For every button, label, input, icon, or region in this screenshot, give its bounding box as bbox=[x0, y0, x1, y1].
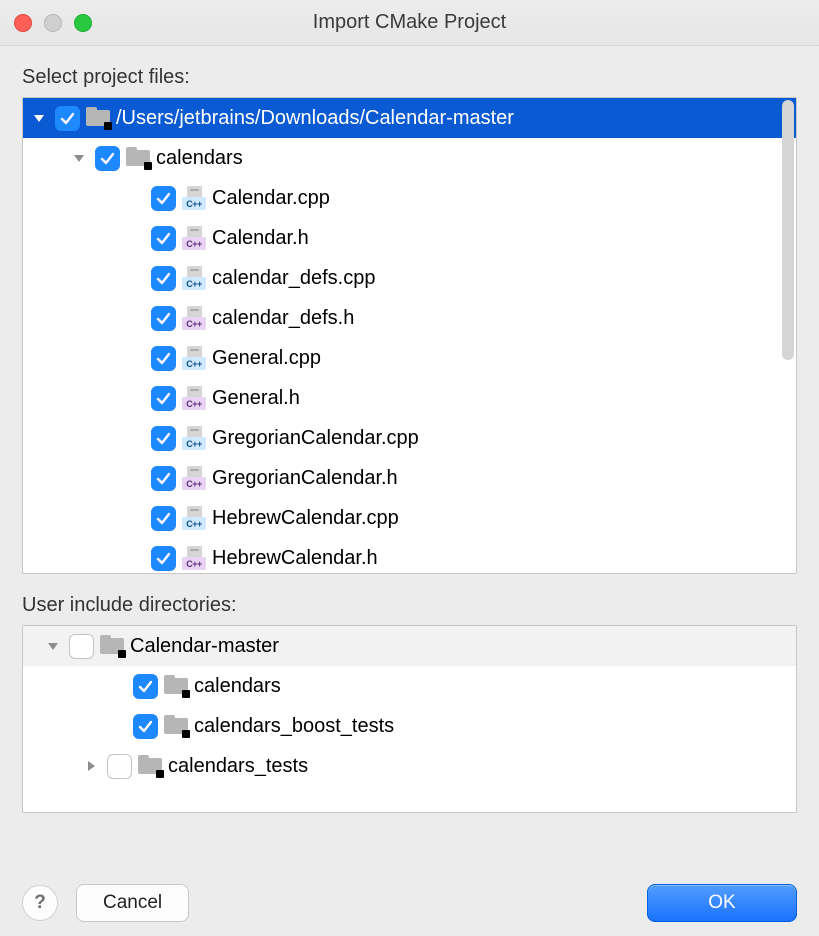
folder-icon bbox=[138, 756, 162, 776]
tree-row-file[interactable]: C++ calendar_defs.cpp bbox=[23, 258, 796, 298]
tree-row-file[interactable]: C++ Calendar.h bbox=[23, 218, 796, 258]
project-tree: /Users/jetbrains/Downloads/Calendar-mast… bbox=[23, 98, 796, 578]
cpp-file-icon: C++ bbox=[182, 266, 206, 290]
disclosure-placeholder bbox=[107, 716, 127, 736]
checkbox[interactable] bbox=[151, 386, 176, 411]
folder-icon bbox=[126, 148, 150, 168]
cpp-file-icon: C++ bbox=[182, 186, 206, 210]
checkbox[interactable] bbox=[151, 266, 176, 291]
tree-item-label: calendars_tests bbox=[168, 755, 308, 778]
tree-row-folder[interactable]: calendars bbox=[23, 138, 796, 178]
tree-item-label: calendars_boost_tests bbox=[194, 715, 394, 738]
checkbox[interactable] bbox=[151, 226, 176, 251]
include-tree: Calendar-master calendars calendars_boos… bbox=[23, 626, 796, 786]
scrollbar-thumb[interactable] bbox=[782, 100, 794, 360]
tree-row-file[interactable]: C++ GregorianCalendar.cpp bbox=[23, 418, 796, 458]
checkbox[interactable] bbox=[151, 306, 176, 331]
tree-item-label: Calendar-master bbox=[130, 635, 279, 658]
tree-row-folder[interactable]: calendars bbox=[23, 666, 796, 706]
tree-row-file[interactable]: C++ HebrewCalendar.cpp bbox=[23, 498, 796, 538]
cpp-file-icon: C++ bbox=[182, 426, 206, 450]
checkbox[interactable] bbox=[151, 466, 176, 491]
tree-item-label: General.cpp bbox=[212, 347, 321, 370]
folder-icon bbox=[164, 716, 188, 736]
cpp-file-icon: C++ bbox=[182, 506, 206, 530]
close-icon[interactable] bbox=[14, 14, 32, 32]
h-file-icon: C++ bbox=[182, 546, 206, 570]
folder-icon bbox=[86, 108, 110, 128]
help-button[interactable]: ? bbox=[22, 885, 58, 921]
disclosure-open-icon[interactable] bbox=[69, 148, 89, 168]
h-file-icon: C++ bbox=[182, 466, 206, 490]
tree-item-label: HebrewCalendar.h bbox=[212, 547, 378, 570]
checkbox[interactable] bbox=[55, 106, 80, 131]
h-file-icon: C++ bbox=[182, 226, 206, 250]
folder-icon bbox=[100, 636, 124, 656]
cancel-button[interactable]: Cancel bbox=[76, 884, 189, 922]
tree-item-label: HebrewCalendar.cpp bbox=[212, 507, 399, 530]
include-tree-panel: Calendar-master calendars calendars_boos… bbox=[22, 625, 797, 813]
ok-button[interactable]: OK bbox=[647, 884, 797, 922]
tree-row-folder[interactable]: Calendar-master bbox=[23, 626, 796, 666]
checkbox[interactable] bbox=[151, 546, 176, 571]
tree-item-label: calendars bbox=[156, 147, 243, 170]
checkbox[interactable] bbox=[133, 674, 158, 699]
scrollbar[interactable] bbox=[782, 100, 794, 571]
checkbox[interactable] bbox=[151, 426, 176, 451]
tree-row-file[interactable]: C++ HebrewCalendar.h bbox=[23, 538, 796, 578]
checkbox[interactable] bbox=[151, 506, 176, 531]
tree-item-label: GregorianCalendar.h bbox=[212, 467, 398, 490]
tree-item-label: calendars bbox=[194, 675, 281, 698]
h-file-icon: C++ bbox=[182, 386, 206, 410]
project-tree-panel: /Users/jetbrains/Downloads/Calendar-mast… bbox=[22, 97, 797, 574]
tree-row-file[interactable]: C++ General.cpp bbox=[23, 338, 796, 378]
tree-row-file[interactable]: C++ GregorianCalendar.h bbox=[23, 458, 796, 498]
disclosure-open-icon[interactable] bbox=[43, 636, 63, 656]
minimize-icon[interactable] bbox=[44, 14, 62, 32]
checkbox[interactable] bbox=[69, 634, 94, 659]
checkbox[interactable] bbox=[95, 146, 120, 171]
tree-item-label: General.h bbox=[212, 387, 300, 410]
disclosure-closed-icon[interactable] bbox=[81, 756, 101, 776]
window-title: Import CMake Project bbox=[0, 11, 819, 34]
tree-item-label: calendar_defs.h bbox=[212, 307, 354, 330]
checkbox[interactable] bbox=[151, 186, 176, 211]
titlebar: Import CMake Project bbox=[0, 0, 819, 46]
checkbox[interactable] bbox=[107, 754, 132, 779]
checkbox[interactable] bbox=[133, 714, 158, 739]
tree-item-label: GregorianCalendar.cpp bbox=[212, 427, 419, 450]
tree-row-file[interactable]: C++ calendar_defs.h bbox=[23, 298, 796, 338]
tree-row-file[interactable]: C++ Calendar.cpp bbox=[23, 178, 796, 218]
tree-row-folder[interactable]: calendars_boost_tests bbox=[23, 706, 796, 746]
tree-row-folder[interactable]: calendars_tests bbox=[23, 746, 796, 786]
project-files-label: Select project files: bbox=[22, 66, 797, 89]
tree-item-label: Calendar.h bbox=[212, 227, 309, 250]
tree-item-label: calendar_defs.cpp bbox=[212, 267, 375, 290]
checkbox[interactable] bbox=[151, 346, 176, 371]
tree-item-label: Calendar.cpp bbox=[212, 187, 330, 210]
cpp-file-icon: C++ bbox=[182, 346, 206, 370]
tree-item-label: /Users/jetbrains/Downloads/Calendar-mast… bbox=[116, 107, 514, 130]
disclosure-placeholder bbox=[107, 676, 127, 696]
zoom-icon[interactable] bbox=[74, 14, 92, 32]
traffic-lights bbox=[14, 14, 92, 32]
disclosure-open-icon[interactable] bbox=[29, 108, 49, 128]
folder-icon bbox=[164, 676, 188, 696]
h-file-icon: C++ bbox=[182, 306, 206, 330]
tree-row-root[interactable]: /Users/jetbrains/Downloads/Calendar-mast… bbox=[23, 98, 796, 138]
tree-row-file[interactable]: C++ General.h bbox=[23, 378, 796, 418]
include-dirs-label: User include directories: bbox=[22, 594, 797, 617]
